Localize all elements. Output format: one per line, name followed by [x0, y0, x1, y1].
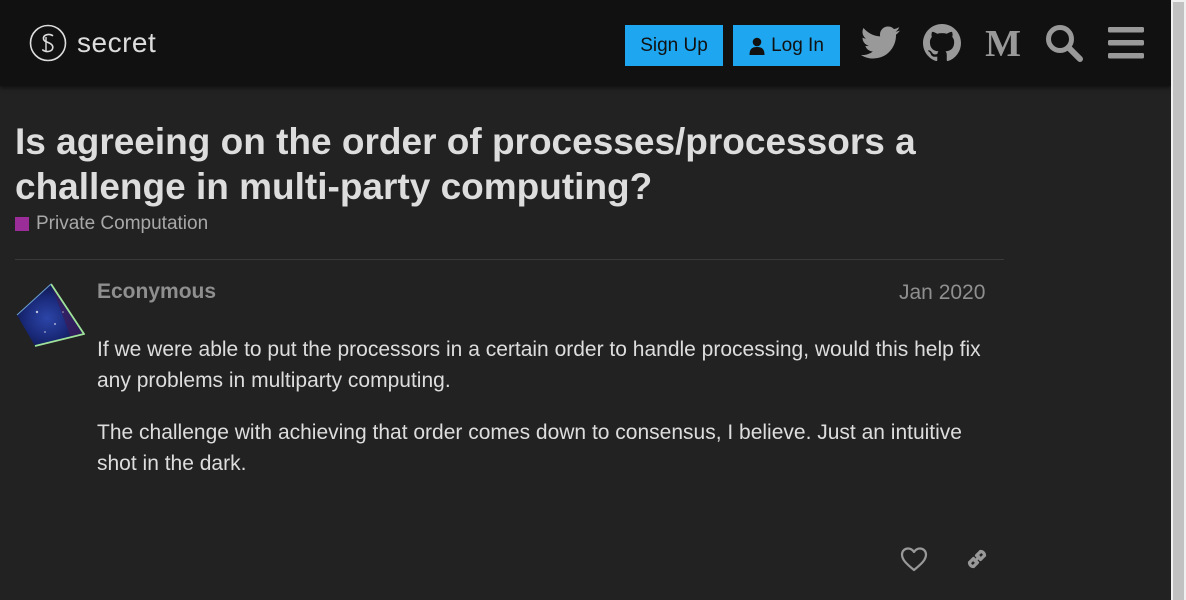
logo-text: secret	[77, 27, 157, 58]
user-icon	[749, 37, 765, 55]
category-name: Private Computation	[36, 213, 209, 234]
category-badge[interactable]: Private Computation	[15, 213, 208, 235]
like-heart-icon[interactable]	[898, 543, 930, 575]
scrollbar-thumb[interactable]	[1173, 2, 1184, 600]
site-logo[interactable]: secret	[29, 24, 156, 62]
topic-divider	[15, 259, 1004, 260]
svg-text:M: M	[985, 26, 1021, 60]
share-link-icon[interactable]	[961, 543, 993, 575]
post-paragraph: If we were able to put the processors in…	[97, 338, 981, 392]
search-icon[interactable]	[1043, 22, 1085, 64]
post-date[interactable]: Jan 2020	[899, 281, 985, 305]
log-in-button[interactable]: Log In	[733, 25, 840, 66]
category-color-swatch	[15, 217, 29, 231]
secret-logo-icon	[29, 24, 67, 62]
hamburger-menu-icon[interactable]	[1105, 22, 1147, 64]
sign-up-button[interactable]: Sign Up	[625, 25, 723, 66]
post-author[interactable]: Econymous	[97, 280, 216, 304]
post-paragraph: The challenge with achieving that order …	[97, 421, 962, 475]
twitter-icon[interactable]	[860, 22, 902, 64]
site-header: secret Sign Up Log In M	[0, 0, 1171, 86]
medium-icon[interactable]: M	[982, 22, 1024, 64]
github-icon[interactable]	[921, 22, 963, 64]
topic-title[interactable]: Is agreeing on the order of processes/pr…	[15, 119, 1005, 209]
log-in-label: Log In	[771, 34, 824, 56]
user-avatar[interactable]	[15, 282, 85, 352]
post-body: If we were able to put the processors in…	[97, 334, 997, 500]
